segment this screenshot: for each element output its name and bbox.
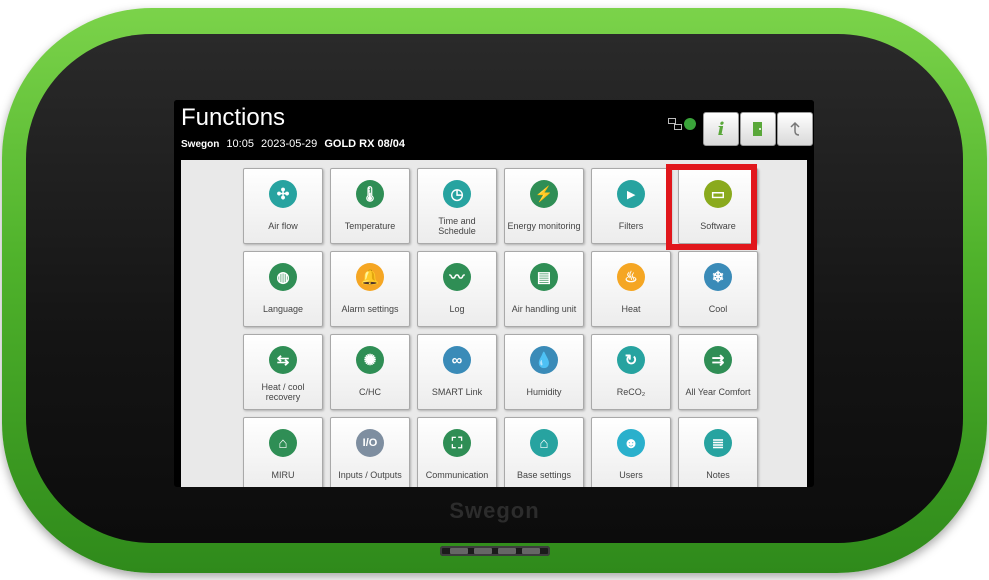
tile-log[interactable]: 〰 Log bbox=[417, 251, 497, 327]
tile-label: Alarm settings bbox=[341, 304, 399, 314]
tile-label: Air handling unit bbox=[511, 304, 577, 314]
arrows-icon: ⇉ bbox=[704, 346, 732, 374]
tile-label: Log bbox=[449, 304, 465, 314]
tile-humidity[interactable]: 💧 Humidity bbox=[504, 334, 584, 410]
tile-energy-monitoring[interactable]: ⚡ Energy monitoring bbox=[504, 168, 584, 244]
tile-label: Language bbox=[262, 304, 304, 314]
tile-notes[interactable]: ≣ Notes bbox=[678, 417, 758, 487]
tile-heat-cool-recovery[interactable]: ⇆ Heat / cool recovery bbox=[243, 334, 323, 410]
clock-time: 10:05 bbox=[226, 138, 254, 150]
functions-grid: ✣ Air flow 🌡 Temperature ◷ Time and Schedule ⚡… bbox=[181, 160, 807, 487]
tile-filters[interactable]: ▸ Filters bbox=[591, 168, 671, 244]
door-button[interactable] bbox=[740, 112, 776, 146]
back-arrow-icon bbox=[790, 121, 800, 136]
tile-temperature[interactable]: 🌡 Temperature bbox=[330, 168, 410, 244]
tile-users[interactable]: ☻ Users bbox=[591, 417, 671, 487]
tile-label: Notes bbox=[706, 470, 730, 480]
user-status-icon bbox=[684, 118, 696, 130]
page-title: Functions bbox=[181, 104, 286, 131]
tile-miru[interactable]: ⌂ MIRU bbox=[243, 417, 323, 487]
io-icon: I/O bbox=[356, 429, 384, 457]
tile-air-flow[interactable]: ✣ Air flow bbox=[243, 168, 323, 244]
tile-label: SMART Link bbox=[431, 387, 483, 397]
tile-label: Energy monitoring bbox=[507, 221, 581, 231]
tile-smart-link[interactable]: ∞ SMART Link bbox=[417, 334, 497, 410]
tile-label: Heat bbox=[621, 304, 641, 314]
snowflake-icon: ❄ bbox=[704, 263, 732, 291]
tile-label: Cool bbox=[708, 304, 728, 314]
info-button[interactable]: i bbox=[703, 112, 739, 146]
clock-date: 2023-05-29 bbox=[261, 138, 318, 150]
user-icon: ☻ bbox=[617, 429, 645, 457]
tile-label: Communication bbox=[425, 470, 489, 480]
tile-heat[interactable]: ♨ Heat bbox=[591, 251, 671, 327]
network-status-icon bbox=[668, 118, 682, 130]
filter-icon: ▸ bbox=[617, 180, 645, 208]
tile-label: Heat / cool recovery bbox=[261, 382, 305, 402]
unit-model: GOLD RX 08/04 bbox=[324, 138, 406, 150]
door-icon bbox=[753, 122, 762, 136]
screen-header: Functions Swegon 10:05 2023-05-29 GOLD R… bbox=[174, 100, 814, 160]
device-logo: Swegon bbox=[449, 498, 540, 523]
info-icon: i bbox=[717, 118, 725, 140]
back-button[interactable] bbox=[777, 112, 813, 146]
factory-icon: ⌂ bbox=[530, 429, 558, 457]
tile-c-hc[interactable]: ✺ C/HC bbox=[330, 334, 410, 410]
tile-software[interactable]: ▭ Software bbox=[678, 168, 758, 244]
brand-label: Swegon bbox=[181, 139, 220, 150]
header-buttons: i bbox=[703, 112, 814, 146]
tile-communication[interactable]: ⛶ Communication bbox=[417, 417, 497, 487]
tile-language[interactable]: ◍ Language bbox=[243, 251, 323, 327]
thermometer-icon: 🌡 bbox=[356, 180, 384, 208]
tile-label: ReCO₂ bbox=[616, 387, 646, 397]
ahu-icon: ▤ bbox=[530, 263, 558, 291]
clock-icon: ◷ bbox=[443, 180, 471, 208]
house-icon: ⌂ bbox=[269, 429, 297, 457]
tile-time-and-schedule[interactable]: ◷ Time and Schedule bbox=[417, 168, 497, 244]
tile-label: Inputs / Outputs bbox=[338, 470, 402, 480]
tile-inputs-outputs[interactable]: I/O Inputs / Outputs bbox=[330, 417, 410, 487]
tile-label: Temperature bbox=[344, 221, 396, 231]
globe-icon: ◍ bbox=[269, 263, 297, 291]
notepad-icon: ≣ bbox=[704, 429, 732, 457]
status-line: Swegon 10:05 2023-05-29 GOLD RX 08/04 bbox=[181, 138, 405, 150]
network-icon: ⛶ bbox=[443, 429, 471, 457]
tile-label: Users bbox=[619, 470, 643, 480]
tile-reco[interactable]: ↻ ReCO₂ bbox=[591, 334, 671, 410]
tile-label: C/HC bbox=[359, 387, 381, 397]
tile-label: Base settings bbox=[516, 470, 572, 480]
droplets-icon: 💧 bbox=[530, 346, 558, 374]
tile-label: All Year Comfort bbox=[685, 387, 751, 397]
recovery-icon: ⇆ bbox=[269, 346, 297, 374]
energy-icon: ⚡ bbox=[530, 180, 558, 208]
heat-icon: ♨ bbox=[617, 263, 645, 291]
bell-icon: 🔔 bbox=[356, 263, 384, 291]
touch-screen: Functions Swegon 10:05 2023-05-29 GOLD R… bbox=[174, 100, 814, 487]
tile-air-handling-unit[interactable]: ▤ Air handling unit bbox=[504, 251, 584, 327]
chc-icon: ✺ bbox=[356, 346, 384, 374]
tile-base-settings[interactable]: ⌂ Base settings bbox=[504, 417, 584, 487]
tile-label: MIRU bbox=[271, 470, 295, 480]
link-icon: ∞ bbox=[443, 346, 471, 374]
fan-icon: ✣ bbox=[269, 180, 297, 208]
reco2-icon: ↻ bbox=[617, 346, 645, 374]
tile-label: Filters bbox=[618, 221, 644, 231]
tile-label: Software bbox=[700, 221, 736, 231]
speaker-grill bbox=[440, 546, 550, 556]
tile-label: Air flow bbox=[268, 221, 298, 231]
tile-all-year-comfort[interactable]: ⇉ All Year Comfort bbox=[678, 334, 758, 410]
tile-label: Time and Schedule bbox=[438, 216, 476, 236]
tile-label: Humidity bbox=[526, 387, 562, 397]
chip-icon: ▭ bbox=[704, 180, 732, 208]
log-icon: 〰 bbox=[443, 263, 471, 291]
tile-alarm-settings[interactable]: 🔔 Alarm settings bbox=[330, 251, 410, 327]
tile-cool[interactable]: ❄ Cool bbox=[678, 251, 758, 327]
